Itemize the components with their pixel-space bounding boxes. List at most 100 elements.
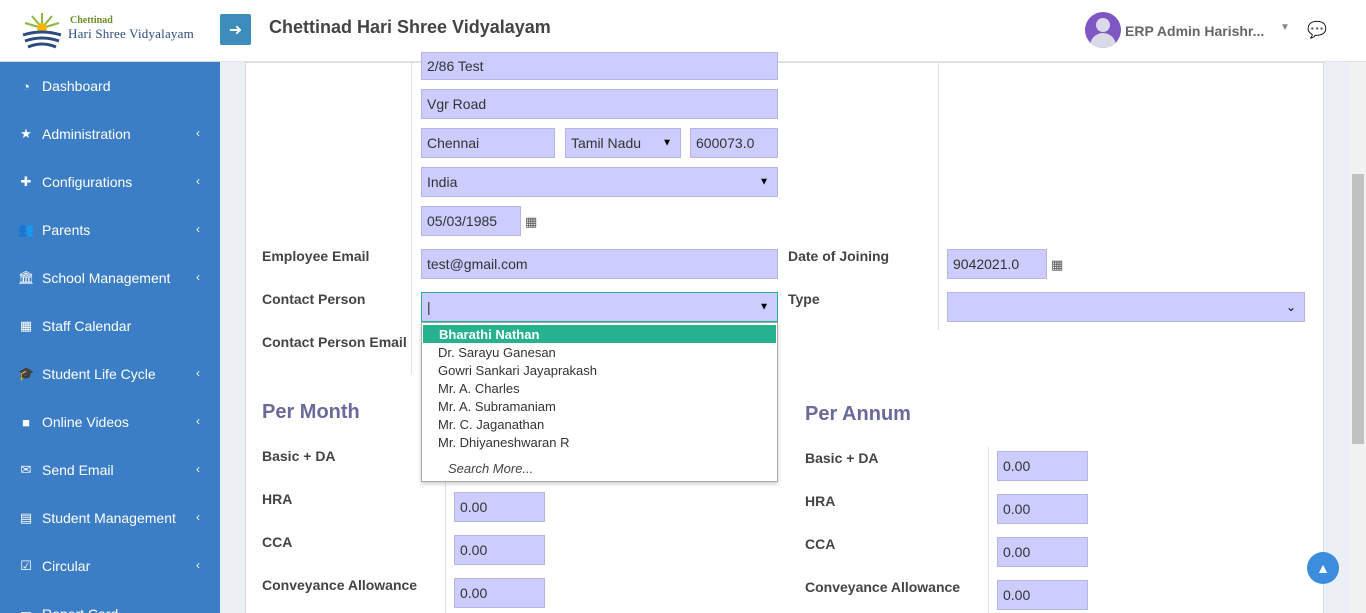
per-month-heading: Per Month <box>262 401 360 423</box>
sidebar-item-dashboard[interactable]: ◔ Dashboard <box>0 62 220 110</box>
sidebar-item-send-email[interactable]: ✉ Send Email ‹ <box>0 446 220 494</box>
chevron-left-icon: ‹ <box>196 126 200 140</box>
chevron-left-icon: ‹ <box>196 558 200 572</box>
sidebar-item-label: Online Videos <box>42 414 129 430</box>
calendar-icon: ▦ <box>19 318 33 333</box>
annum-basic-input[interactable]: 0.00 <box>997 451 1088 481</box>
contact-person-dropdown: Bharathi Nathan Dr. Sarayu Ganesan Gowri S… <box>421 322 778 482</box>
sidebar-item-label: Report Card <box>42 606 118 613</box>
dropdown-option[interactable]: Gowri Sankari Jayaprakash <box>422 361 777 379</box>
search-more-link[interactable]: Search More... <box>422 461 777 476</box>
sidebar-item-circular[interactable]: ☑ Circular ‹ <box>0 542 220 590</box>
chevron-left-icon: ‹ <box>196 462 200 476</box>
dropdown-option[interactable]: Mr. A. Charles <box>422 379 777 397</box>
annum-hra-label: HRA <box>805 493 836 509</box>
city-input[interactable]: Chennai <box>421 128 555 158</box>
arrow-up-icon: ▲ <box>1316 560 1330 576</box>
logo-text-bottom: Hari Shree Vidyalayam <box>68 26 194 41</box>
type-label: Type <box>788 291 820 307</box>
user-name[interactable]: ERP Admin Harishr... <box>1125 23 1264 39</box>
sidebar-item-label: Send Email <box>42 462 114 478</box>
sidebar-item-staff-calendar[interactable]: ▦ Staff Calendar <box>0 302 220 350</box>
dropdown-option[interactable]: Mr. Dhiyaneshwaran R <box>422 433 777 451</box>
dropdown-option[interactable]: Bharathi Nathan <box>423 325 776 343</box>
month-conveyance-input[interactable]: 0.00 <box>454 578 545 608</box>
dob-input[interactable]: 05/03/1985 <box>421 206 521 236</box>
cca-label: CCA <box>262 534 293 550</box>
top-navbar: ➜ Chettinad Hari Shree Vidyalayam ERP Ad… <box>220 0 1366 62</box>
calendar-check-icon: ☑ <box>20 558 32 573</box>
chevron-down-icon: ⌄ <box>1285 300 1296 314</box>
avatar[interactable] <box>1085 12 1121 48</box>
chevron-left-icon: ‹ <box>196 222 200 236</box>
arrow-left-icon: ➜ <box>228 21 243 39</box>
address-line1-input[interactable]: 2/86 Test <box>421 52 778 80</box>
sidebar-item-student-life-cycle[interactable]: 🎓 Student Life Cycle ‹ <box>0 350 220 398</box>
annum-cca-label: CCA <box>805 536 836 552</box>
sidebar-item-label: Student Management <box>42 510 176 526</box>
dashboard-icon: ◔ <box>22 78 30 94</box>
state-select[interactable]: Tamil Nadu ▼ <box>565 128 681 158</box>
chat-icon[interactable]: 💬 <box>1307 20 1327 40</box>
video-icon: ■ <box>22 414 30 430</box>
date-of-joining-input[interactable]: 9042021.0 <box>947 249 1047 279</box>
sidebar-item-label: Dashboard <box>42 78 111 94</box>
file-icon: ▭ <box>18 606 34 613</box>
sidebar-toggle-button[interactable]: ➜ <box>220 14 251 45</box>
sidebar-item-label: Circular <box>42 558 91 574</box>
dropdown-arrow-icon: ▼ <box>759 301 769 313</box>
annum-conveyance-input[interactable]: 0.00 <box>997 580 1088 610</box>
employee-email-label: Employee Email <box>262 248 370 264</box>
sidebar-item-label: Configurations <box>42 174 133 190</box>
type-select[interactable]: ⌄ <box>947 292 1305 322</box>
calendar-icon[interactable]: ▦ <box>1051 257 1063 273</box>
contact-person-combobox[interactable]: | ▼ <box>421 292 778 322</box>
caret-down-icon[interactable]: ▼ <box>1280 22 1290 33</box>
per-annum-heading: Per Annum <box>805 403 911 425</box>
sidebar-item-label: Student Life Cycle <box>42 366 156 382</box>
scroll-to-top-button[interactable]: ▲ <box>1307 552 1339 584</box>
address-line2-input[interactable]: Vgr Road <box>421 89 778 119</box>
sidebar-item-label: School Management <box>42 270 171 286</box>
contact-person-label: Contact Person <box>262 291 366 307</box>
graduation-cap-icon: 🎓 <box>18 366 35 381</box>
sidebar-item-student-management[interactable]: ▤ Student Management ‹ <box>0 494 220 542</box>
chevron-left-icon: ‹ <box>196 366 200 380</box>
employee-email-input[interactable]: test@gmail.com <box>421 249 778 279</box>
page-title: Chettinad Hari Shree Vidyalayam <box>269 17 551 37</box>
dropdown-option[interactable]: Mr. C. Jaganathan <box>422 415 777 433</box>
conveyance-label: Conveyance Allowance <box>262 577 418 593</box>
sidebar: ◔ Dashboard ★ Administration ‹ ✚ Configuration… <box>0 62 220 613</box>
pincode-input[interactable]: 600073.0 <box>690 128 778 158</box>
contact-person-email-label: Contact Person Email <box>262 334 407 350</box>
employee-form-panel <box>245 62 1324 613</box>
logo-text-top: Chettinad <box>70 15 113 26</box>
date-of-joining-label: Date of Joining <box>788 248 890 264</box>
sidebar-item-report-card[interactable]: ▭ Report Card <box>0 590 220 613</box>
chevron-left-icon: ‹ <box>196 174 200 188</box>
sidebar-item-parents[interactable]: 👥 Parents ‹ <box>0 206 220 254</box>
scrollbar-thumb[interactable] <box>1352 174 1364 444</box>
sidebar-item-configurations[interactable]: ✚ Configurations ‹ <box>0 158 220 206</box>
country-select[interactable]: India ▼ <box>421 167 778 197</box>
column-divider <box>988 447 989 613</box>
sidebar-item-label: Administration <box>42 126 131 142</box>
puzzle-icon: ✚ <box>20 174 32 189</box>
dropdown-option[interactable]: Dr. Sarayu Ganesan <box>422 343 777 361</box>
dropdown-option[interactable]: Mr. A. Subramaniam <box>422 397 777 415</box>
column-divider <box>938 62 939 330</box>
sidebar-item-online-videos[interactable]: ■ Online Videos ‹ <box>0 398 220 446</box>
chevron-left-icon: ‹ <box>196 510 200 524</box>
sidebar-item-administration[interactable]: ★ Administration ‹ <box>0 110 220 158</box>
month-cca-input[interactable]: 0.00 <box>454 535 545 565</box>
sidebar-item-school-management[interactable]: 🏛 School Management ‹ <box>0 254 220 302</box>
hra-label: HRA <box>262 491 293 507</box>
annum-hra-input[interactable]: 0.00 <box>997 494 1088 524</box>
annum-cca-input[interactable]: 0.00 <box>997 537 1088 567</box>
page-scrollbar[interactable] <box>1350 62 1366 613</box>
calendar-icon[interactable]: ▦ <box>525 214 537 230</box>
sidebar-item-label: Parents <box>42 222 91 238</box>
annum-conveyance-label: Conveyance Allowance <box>805 579 961 595</box>
logo[interactable]: Chettinad Hari Shree Vidyalayam <box>0 0 220 62</box>
month-hra-input[interactable]: 0.00 <box>454 492 545 522</box>
